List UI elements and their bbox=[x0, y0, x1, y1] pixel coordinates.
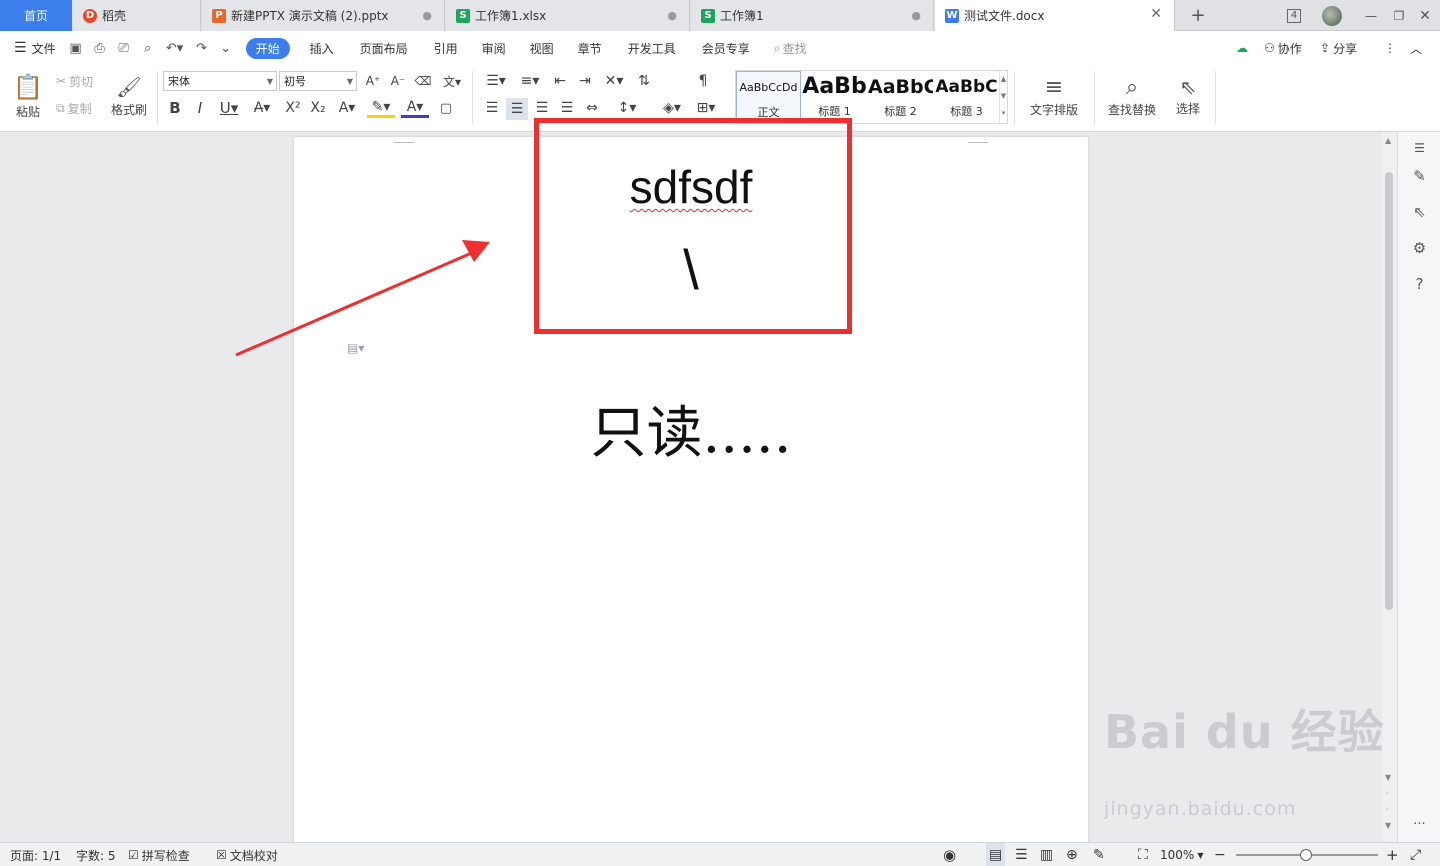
fit-page-icon[interactable]: ⛶ bbox=[1138, 843, 1148, 866]
outline-view-icon[interactable]: ☰ bbox=[1015, 843, 1028, 866]
word-count[interactable]: 字数: 5 bbox=[76, 843, 116, 866]
settings-sliders-icon[interactable]: ⚙ bbox=[1398, 234, 1440, 262]
zoom-level[interactable]: 100% ▼ bbox=[1160, 843, 1203, 866]
select-pointer-icon[interactable]: ⇖ bbox=[1398, 198, 1440, 226]
right-task-pane: ☰ ✎ ⇖ ⚙ ? ··· bbox=[1397, 132, 1440, 842]
help-icon[interactable]: ? bbox=[1398, 270, 1440, 298]
spell-check-button[interactable]: ☑ 拼写检查 bbox=[128, 843, 190, 866]
zoom-slider[interactable] bbox=[1236, 843, 1378, 866]
page-indicator[interactable]: 页面: 1/1 bbox=[10, 843, 61, 866]
scroll-up-icon[interactable]: ▲ bbox=[1385, 136, 1391, 145]
eye-protect-icon[interactable]: ◉ bbox=[943, 843, 956, 866]
fullscreen-icon[interactable]: ⤢ bbox=[1410, 843, 1421, 866]
read-mode-icon[interactable]: ▥ bbox=[1040, 843, 1053, 866]
doc-proof-button[interactable]: ☒ 文档校对 bbox=[216, 843, 278, 866]
zoom-out-icon[interactable]: − bbox=[1214, 843, 1226, 866]
pane-menu-icon[interactable]: ☰ bbox=[1398, 134, 1440, 162]
zoom-in-icon[interactable]: + bbox=[1386, 843, 1399, 866]
baidu-watermark: Bai du 经验 jingyan.baidu.com bbox=[1104, 706, 1385, 820]
write-mode-icon[interactable]: ✎ bbox=[1093, 843, 1105, 866]
web-view-icon[interactable]: ⊕ bbox=[1066, 843, 1078, 866]
page-view-icon[interactable]: ▤ bbox=[986, 843, 1006, 866]
edit-pen-icon[interactable]: ✎ bbox=[1398, 162, 1440, 190]
scroll-thumb[interactable] bbox=[1385, 172, 1393, 610]
scroll-nav-icons[interactable]: ▼ ◦ ◦ ▼ bbox=[1385, 770, 1391, 834]
annotation-box bbox=[534, 118, 852, 334]
watermark-brand: Bai du 经验 bbox=[1104, 705, 1385, 759]
more-options-icon[interactable]: ··· bbox=[1398, 810, 1440, 838]
proof-icon: ☒ bbox=[216, 848, 227, 862]
status-bar: 页面: 1/1 字数: 5 ☑ 拼写检查 ☒ 文档校对 ◉ ▤ ☰ ▥ ⊕ ✎ ⛶ … bbox=[0, 842, 1440, 866]
watermark-url: jingyan.baidu.com bbox=[1104, 798, 1297, 820]
checkbox-icon: ☑ bbox=[128, 848, 139, 862]
zoom-slider-thumb[interactable] bbox=[1300, 849, 1312, 861]
